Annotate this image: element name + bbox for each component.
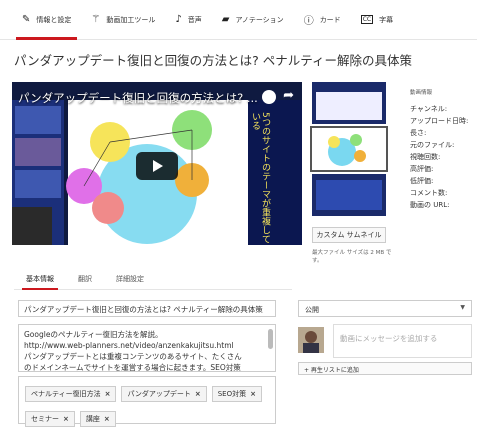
info-label-video-url: 動画の URL: [410,201,450,209]
magic-wand-icon: ⚚ [91,14,101,25]
thumbnail-option[interactable] [312,82,386,124]
tag-chip: ペナルティー復旧方法 × [25,386,117,402]
tag-remove-icon[interactable]: × [105,390,111,398]
thumbnail-option[interactable] [310,126,388,172]
tag-chip: SEO対策 × [211,386,262,402]
tag-chip: セミナー × [25,411,75,427]
tag-chip: 講座 × [79,411,116,427]
description-scrollbar[interactable] [268,329,273,349]
tag-label: パンダアップデート [127,390,191,398]
thumbnail-option[interactable] [312,174,386,216]
watch-later-icon[interactable] [262,90,276,104]
tab-label: 動画加工ツール [106,15,156,24]
tab-label: 音声 [187,15,202,24]
tags-input[interactable]: ペナルティー復旧方法 × パンダアップデート × SEO対策 ×セミナー × 講座 × [18,376,276,427]
custom-thumbnail-button[interactable]: カスタム サムネイル [312,227,386,243]
tab-audio[interactable]: ♪ 音声 [165,0,211,40]
info-label-views: 視聴回数: [410,153,441,161]
description-line: http://www.web-planners.net/video/anzenk… [24,341,234,350]
add-to-playlist-button[interactable]: + 再生リストに追加 [298,362,472,375]
info-label-dislikes: 低評価: [410,177,434,185]
info-label-channel: チャンネル: [410,105,448,113]
tab-label: カード [319,15,341,24]
tag-label: セミナー [31,415,59,423]
speech-bubble-icon: ▰ [221,14,230,25]
chevron-down-icon: ▼ [460,304,465,311]
video-info-panel: 動画情報 チャンネル: アップロード日時: 長さ: 元のファイル: 視聴回数: … [410,88,477,212]
max-file-size-note: 最大ファイル サイズは 2 MB です。 [312,250,392,264]
privacy-selected-value: 公開 [305,306,319,314]
pencil-icon: ✎ [22,14,31,25]
tab-label: 情報と設定 [36,15,72,24]
page-title: パンダアップデート復旧と回復の方法とは? ペナルティー解除の具体策 [14,53,412,68]
description-line: パンダアップデートとは重複コンテンツのあるサイト、たくさん [24,352,242,361]
top-tab-bar: ✎ 情報と設定 ⚚ 動画加工ツール ♪ 音声 ▰ アノテーション ⓘ カード C… [0,0,477,40]
tab-label: アノテーション [235,15,284,24]
play-button[interactable] [136,152,178,180]
info-label-likes: 高評価: [410,165,434,173]
music-note-icon: ♪ [175,14,182,25]
video-player[interactable]: パンダアップデート復旧と回復の方法とは? ... 5つのサイトのテーマが重複して… [12,82,302,245]
title-input[interactable]: パンダアップデート復旧と回復の方法とは? ペナルティー解除の具体策 [18,300,276,317]
player-vertical-text: 5つのサイトのテーマが重複している [250,112,270,244]
tab-translation[interactable]: 翻訳 [66,270,104,289]
description-textarea[interactable]: Googleのペナルティー復旧方法を解説。 http://www.web-pla… [18,324,276,372]
video-info-header: 動画情報 [410,90,433,96]
tag-remove-icon[interactable]: × [250,390,256,398]
tab-cards[interactable]: ⓘ カード [294,0,351,40]
settings-subtabs: 基本情報 翻訳 詳細設定 [14,270,292,290]
info-label-comments: コメント数: [410,189,448,197]
description-line: Googleのペナルティー復旧方法を解説。 [24,330,163,339]
thumbnail-picker [310,82,388,220]
tag-remove-icon[interactable]: × [63,415,69,423]
info-label-original-file: 元のファイル: [410,141,455,149]
tab-label: 字幕 [379,15,394,24]
tab-enhancements[interactable]: ⚚ 動画加工ツール [81,0,165,40]
tab-advanced-settings[interactable]: 詳細設定 [104,270,156,289]
cc-icon: CC [360,15,374,24]
tag-remove-icon[interactable]: × [195,390,201,398]
tag-label: SEO対策 [217,390,247,398]
message-input[interactable]: 動画にメッセージを追加する [333,324,472,358]
tab-annotations[interactable]: ▰ アノテーション [212,0,294,40]
description-line: のドメインネームでサイトを運営する場合に起きます。SEO対策 [24,363,241,372]
info-label-duration: 長さ: [410,129,427,137]
avatar [298,327,324,353]
player-overlay-title: パンダアップデート復旧と回復の方法とは? ... [18,91,258,105]
tag-remove-icon[interactable]: × [104,415,110,423]
share-icon[interactable]: ➦ [283,88,294,103]
tag-chip: パンダアップデート × [121,386,207,402]
tag-label: 講座 [85,415,100,423]
tab-info-settings[interactable]: ✎ 情報と設定 [12,0,81,40]
info-label-upload-date: アップロード日時: [410,117,469,125]
tab-basic-info[interactable]: 基本情報 [14,270,66,290]
privacy-select[interactable]: 公開 ▼ [298,300,472,317]
info-icon: ⓘ [303,16,314,27]
tab-subtitles[interactable]: CC 字幕 [351,0,403,40]
tag-label: ペナルティー復旧方法 [31,390,101,398]
